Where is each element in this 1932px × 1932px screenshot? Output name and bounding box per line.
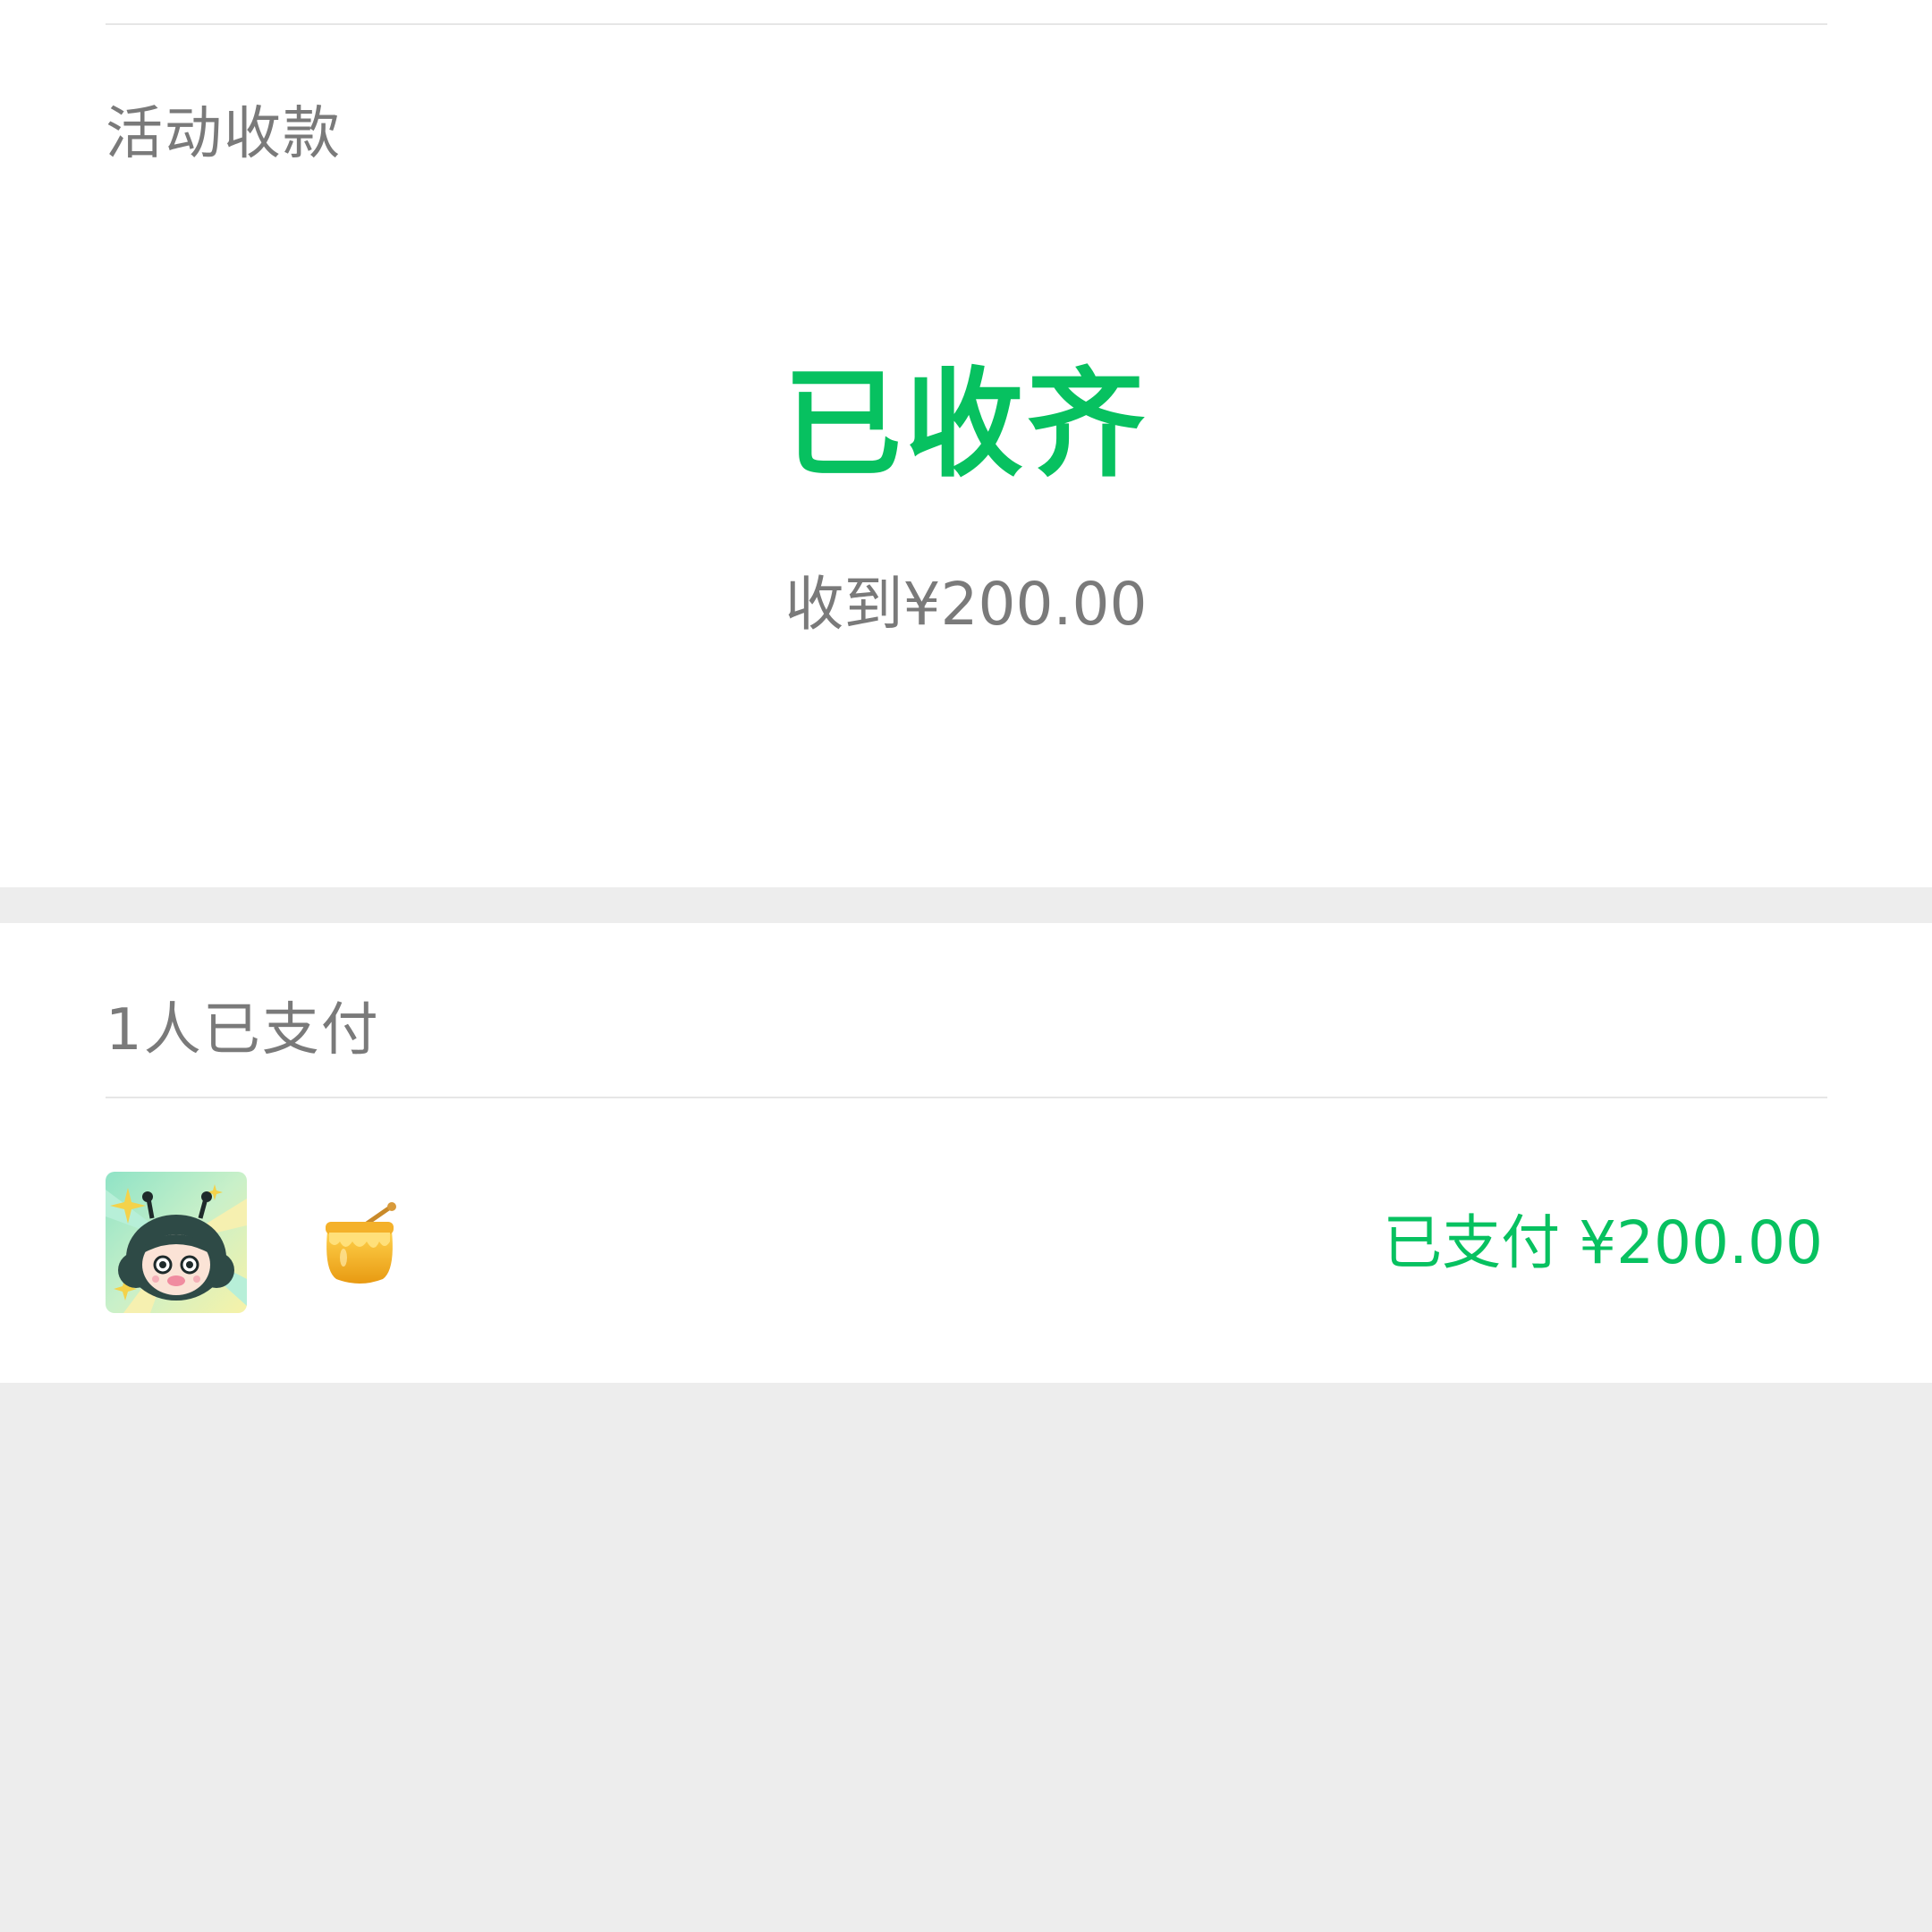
- cartoon-girl-avatar-icon: [106, 1172, 247, 1313]
- activity-title: 活动收款: [106, 101, 342, 167]
- payment-collection-page: { "activity": { "title": "活动收款" }, "summ…: [0, 0, 1932, 1932]
- payer-paid-status: 已支付 ¥200.00: [1383, 1208, 1823, 1277]
- paid-count-label: 1人已支付: [106, 997, 380, 1063]
- received-amount: 收到¥200.00: [784, 570, 1148, 639]
- divider: [106, 23, 1827, 25]
- honey-pot-icon: [320, 1200, 401, 1286]
- payer-list-item[interactable]: 已支付 ¥200.00: [0, 1100, 1932, 1383]
- avatar[interactable]: [106, 1172, 247, 1313]
- collection-status: 已收齐: [784, 356, 1148, 494]
- divider: [106, 1097, 1827, 1098]
